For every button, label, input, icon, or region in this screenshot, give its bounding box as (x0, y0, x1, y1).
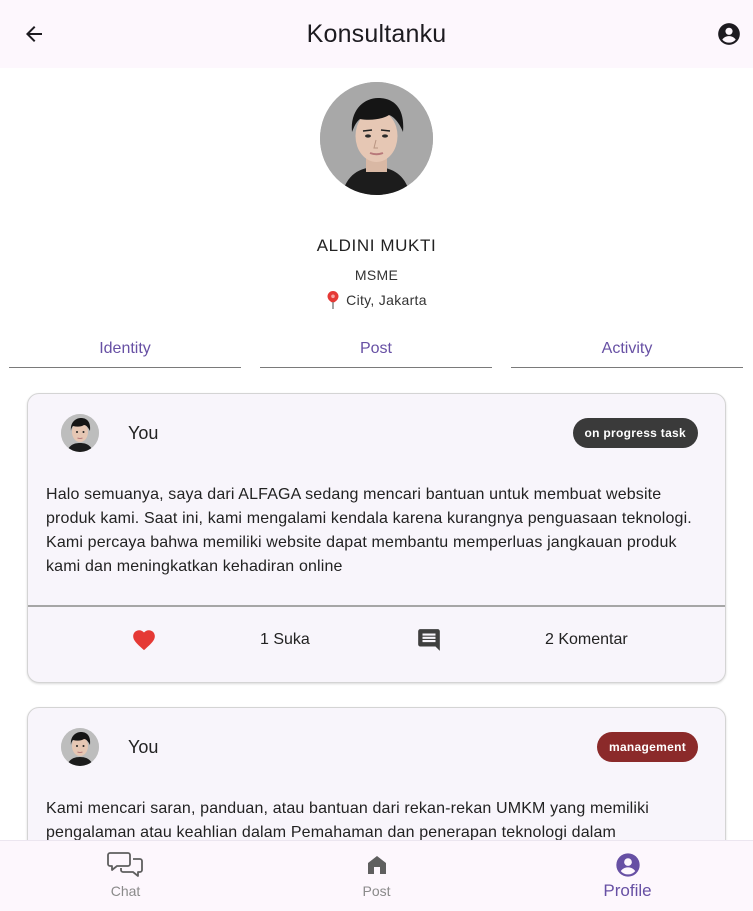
heart-icon (133, 630, 155, 651)
post-text: Halo semuanya, saya dari ALFAGA sedang m… (46, 486, 692, 575)
profile-location: City, Jakarta (0, 291, 753, 309)
comment-count[interactable]: 2 Komentar (545, 631, 628, 649)
arrow-left-icon (26, 26, 42, 42)
profile-avatar (320, 82, 433, 195)
like-button[interactable] (131, 627, 157, 658)
app-title: Konsultanku (306, 19, 447, 48)
author-name: You (128, 737, 159, 757)
app-bar: Konsultanku (0, 0, 753, 68)
author-avatar (61, 414, 99, 452)
category-badge: management (596, 732, 698, 762)
post-actions: 1 Suka 2 Komentar (28, 607, 725, 682)
nav-profile[interactable]: Profile (502, 841, 753, 911)
account-button[interactable] (715, 20, 743, 48)
nav-post[interactable]: Post (251, 841, 502, 911)
map-pin-icon (327, 291, 339, 309)
tab-label: Activity (601, 340, 653, 357)
profile-name: ALDINI MUKTI (316, 236, 437, 255)
profile-role: MSME (354, 267, 399, 283)
home-icon (367, 856, 386, 874)
location-text: City, Jakarta (346, 292, 427, 308)
tab-label: Identity (99, 340, 151, 357)
author-avatar (61, 728, 99, 766)
tab-identity[interactable]: Identity (9, 336, 241, 368)
post-text: Kami mencari saran, panduan, atau bantua… (46, 800, 649, 841)
nav-label: Chat (110, 883, 141, 899)
nav-label: Post (362, 883, 391, 899)
post-header: You management (28, 708, 725, 788)
status-badge: on progress task (572, 418, 698, 448)
author-name: You (128, 423, 159, 443)
account-circle-icon (615, 853, 640, 877)
account-circle-icon (718, 23, 740, 45)
bottom-navigation: Chat Post Profile (0, 840, 753, 911)
comment-icon (418, 629, 440, 651)
nav-chat[interactable]: Chat (0, 841, 251, 911)
nav-label: Profile (603, 881, 652, 900)
like-count: 1 Suka (260, 631, 310, 648)
tab-activity[interactable]: Activity (511, 336, 743, 368)
tab-label: Post (359, 340, 392, 357)
post-header: You on progress task (28, 394, 725, 474)
back-button[interactable] (20, 20, 48, 48)
post-card[interactable]: You on progress task Halo semuanya, saya… (27, 393, 726, 683)
tab-post[interactable]: Post (260, 336, 492, 368)
comment-button[interactable] (416, 627, 442, 658)
chat-bubbles-icon (106, 852, 143, 877)
